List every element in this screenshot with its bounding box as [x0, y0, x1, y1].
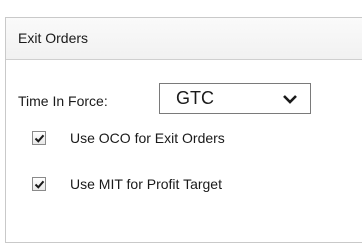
checkmark-icon: [34, 180, 45, 189]
use-mit-checkbox[interactable]: [32, 177, 46, 191]
time-in-force-dropdown[interactable]: GTC: [159, 83, 311, 114]
exit-orders-panel: Exit Orders Time In Force: GTC Use OCO f…: [5, 17, 362, 243]
time-in-force-label: Time In Force:: [18, 93, 108, 109]
panel-title: Exit Orders: [18, 30, 89, 46]
use-oco-checkbox[interactable]: [32, 131, 46, 145]
panel-header: Exit Orders: [6, 18, 362, 60]
use-oco-label: Use OCO for Exit Orders: [70, 130, 225, 146]
checkmark-icon: [34, 134, 45, 143]
time-in-force-value: GTC: [176, 88, 214, 108]
chevron-down-icon: [283, 95, 297, 104]
use-mit-label: Use MIT for Profit Target: [70, 176, 222, 192]
